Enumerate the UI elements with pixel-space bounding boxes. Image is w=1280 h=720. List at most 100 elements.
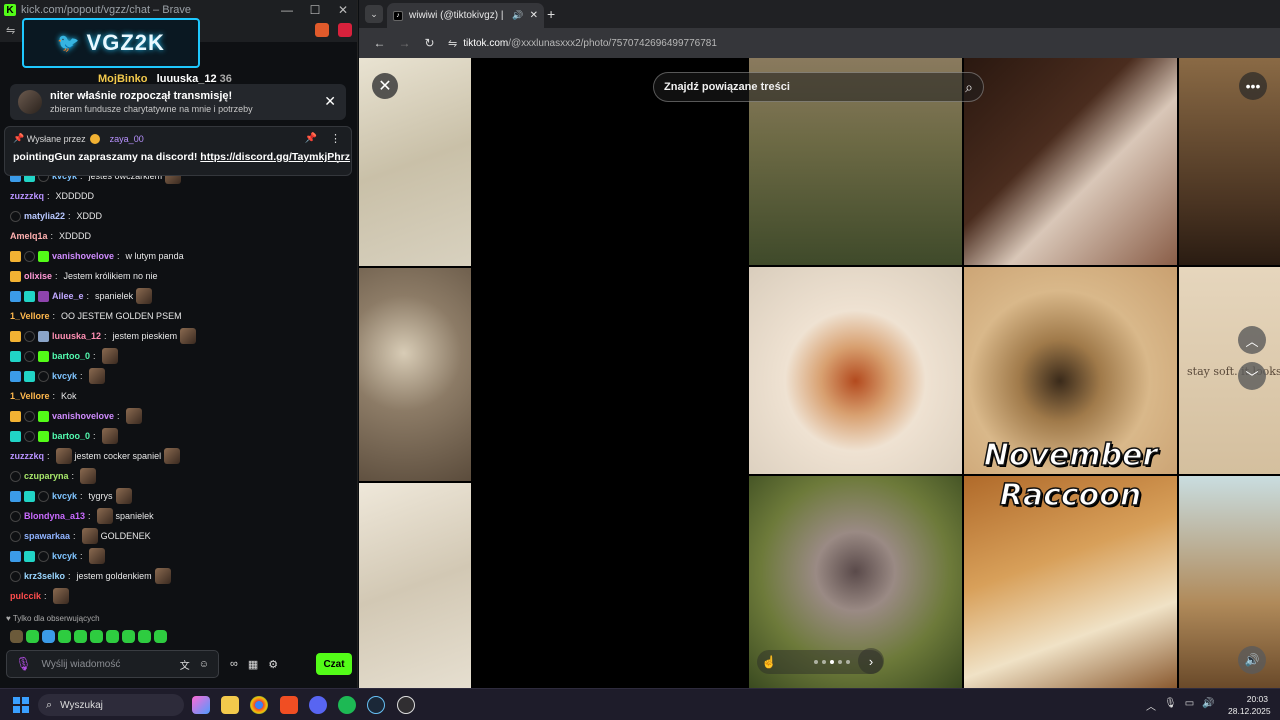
chat-emote[interactable] <box>125 408 142 424</box>
chat-emote[interactable] <box>55 448 72 464</box>
close-window-button[interactable]: ✕ <box>329 3 357 17</box>
file-explorer-icon[interactable] <box>221 696 239 714</box>
chat-username[interactable]: 1_Vellore <box>10 311 50 321</box>
emote-7[interactable] <box>106 630 119 643</box>
chat-username[interactable]: kvcyk <box>52 371 77 381</box>
carousel-dot[interactable] <box>846 660 850 664</box>
chat-username[interactable]: vanishovelove <box>52 251 114 261</box>
network-icon[interactable]: ▭ <box>1185 698 1194 713</box>
brave-shields-icon[interactable] <box>315 23 329 37</box>
chat-emote[interactable] <box>88 368 105 384</box>
chat-username[interactable]: matylia22 <box>24 211 65 221</box>
chat-input[interactable]: 🎙 Wyślij wiadomość 文 ☺ <box>6 650 219 678</box>
chat-emote[interactable] <box>88 548 105 564</box>
chat-username[interactable]: Blondyna_a13 <box>24 511 85 521</box>
volume-icon[interactable]: 🔊 <box>1202 698 1214 713</box>
more-vertical-icon[interactable]: ⋮ <box>330 132 341 145</box>
chat-username[interactable]: pulccik <box>10 591 41 601</box>
close-icon[interactable]: ✕ <box>324 93 336 110</box>
chat-username[interactable]: luuuska_12 <box>52 331 101 341</box>
emote-5[interactable] <box>74 630 87 643</box>
chat-username[interactable]: bartoo_0 <box>52 351 90 361</box>
url-field[interactable]: tiktok.com/@xxxlunasxxx2/photo/757074269… <box>463 38 717 49</box>
related-search-input[interactable]: Znajdź powiązane treści ⌕ <box>653 72 984 102</box>
chat-username[interactable]: vanishovelove <box>52 411 114 421</box>
more-options-button[interactable]: ••• <box>1239 72 1267 100</box>
next-photo-button[interactable]: › <box>858 648 884 674</box>
settings-gear-icon[interactable]: ⚙ <box>268 658 278 671</box>
chat-emote[interactable] <box>52 588 69 604</box>
maximize-button[interactable]: ☐ <box>301 3 329 17</box>
carousel-dot[interactable] <box>814 660 818 664</box>
pinned-sender[interactable]: zaya_00 <box>110 134 144 144</box>
emote-1[interactable] <box>10 630 23 643</box>
cursor-hand-icon[interactable]: ☝ <box>757 655 781 669</box>
spotify-icon[interactable] <box>338 696 356 714</box>
start-button[interactable] <box>13 697 29 713</box>
emoji-icon[interactable]: ☺ <box>199 659 209 670</box>
chat-username[interactable]: bartoo_0 <box>52 431 90 441</box>
carousel-dot[interactable] <box>822 660 826 664</box>
chat-username[interactable]: olixise <box>24 271 52 281</box>
tab-search-icon[interactable]: ⌄ <box>365 5 383 23</box>
previous-video-button[interactable]: ︿ <box>1238 326 1266 354</box>
carousel-dot-active[interactable] <box>830 660 834 664</box>
chat-emote[interactable] <box>81 528 98 544</box>
microphone-icon[interactable]: 🎙 <box>1164 698 1177 713</box>
steam-icon[interactable] <box>367 696 385 714</box>
store-icon[interactable]: ▦ <box>248 658 258 671</box>
back-arrow-icon[interactable]: ← <box>367 36 392 50</box>
chat-username[interactable]: zuzzzkq <box>10 451 44 461</box>
copilot-icon[interactable] <box>192 696 210 714</box>
chat-emote[interactable] <box>101 428 118 444</box>
discord-link[interactable]: https://discord.gg/TaymkjPhrz <box>200 151 350 163</box>
chat-send-button[interactable]: Czat <box>316 653 352 675</box>
chat-username[interactable]: spawarkaa <box>24 531 70 541</box>
site-settings-icon[interactable]: ⇋ <box>6 24 15 37</box>
chat-emote[interactable] <box>136 288 153 304</box>
brave-rewards-icon[interactable] <box>338 23 352 37</box>
carousel-dot[interactable] <box>838 660 842 664</box>
discord-icon[interactable] <box>309 696 327 714</box>
volume-button[interactable]: 🔊 <box>1238 646 1266 674</box>
speaker-icon[interactable]: 🔊 <box>512 10 523 21</box>
chevron-down-icon[interactable]: ⌄ <box>334 155 342 166</box>
close-viewer-button[interactable]: ✕ <box>372 73 398 99</box>
emote-3[interactable] <box>42 630 55 643</box>
emote-9[interactable] <box>138 630 151 643</box>
chat-username[interactable]: zuzzzkq <box>10 191 44 201</box>
translate-icon[interactable]: 文 <box>180 657 190 672</box>
emote-2[interactable] <box>26 630 39 643</box>
chat-username[interactable]: kvcyk <box>52 551 77 561</box>
emote-6[interactable] <box>90 630 103 643</box>
emote-4[interactable] <box>58 630 71 643</box>
emote-8[interactable] <box>122 630 135 643</box>
chat-emote[interactable] <box>115 488 132 504</box>
clock[interactable]: 20:03 28.12.2025 <box>1228 693 1271 717</box>
next-video-button[interactable]: ﹀ <box>1238 362 1266 390</box>
microphone-icon[interactable]: 🎙 <box>15 656 32 672</box>
pin-icon[interactable]: 📌 <box>305 133 317 144</box>
reload-icon[interactable]: ↻ <box>417 36 442 50</box>
stream-start-banner[interactable]: niter właśnie rozpoczął transmisję! zbie… <box>10 84 346 120</box>
chat-emote[interactable] <box>80 468 97 484</box>
tab-tiktok[interactable]: ♪ wiwiwi (@tiktokivgz) | TikTok 🔊 ✕ <box>387 3 544 28</box>
chat-username[interactable]: kvcyk <box>52 491 77 501</box>
chat-emote[interactable] <box>180 328 197 344</box>
kicks-icon[interactable]: ∞ <box>230 658 238 671</box>
chat-emote[interactable] <box>96 508 113 524</box>
chat-emote[interactable] <box>154 568 171 584</box>
brave-icon[interactable] <box>280 696 298 714</box>
chat-username[interactable]: 1_Vellore <box>10 391 50 401</box>
minimize-button[interactable]: — <box>273 3 301 17</box>
emote-10[interactable] <box>154 630 167 643</box>
site-info-icon[interactable]: ⇋ <box>448 37 457 50</box>
chat-username[interactable]: Ailee_e <box>52 291 84 301</box>
chat-emote[interactable] <box>164 448 181 464</box>
taskbar-search[interactable]: ⌕ Wyszukaj <box>38 694 184 716</box>
obs-icon[interactable] <box>397 696 415 714</box>
chat-emote[interactable] <box>101 348 118 364</box>
search-icon[interactable]: ⌕ <box>965 79 973 96</box>
chat-username[interactable]: czuparyna <box>24 471 69 481</box>
new-tab-button[interactable]: + <box>547 6 555 22</box>
